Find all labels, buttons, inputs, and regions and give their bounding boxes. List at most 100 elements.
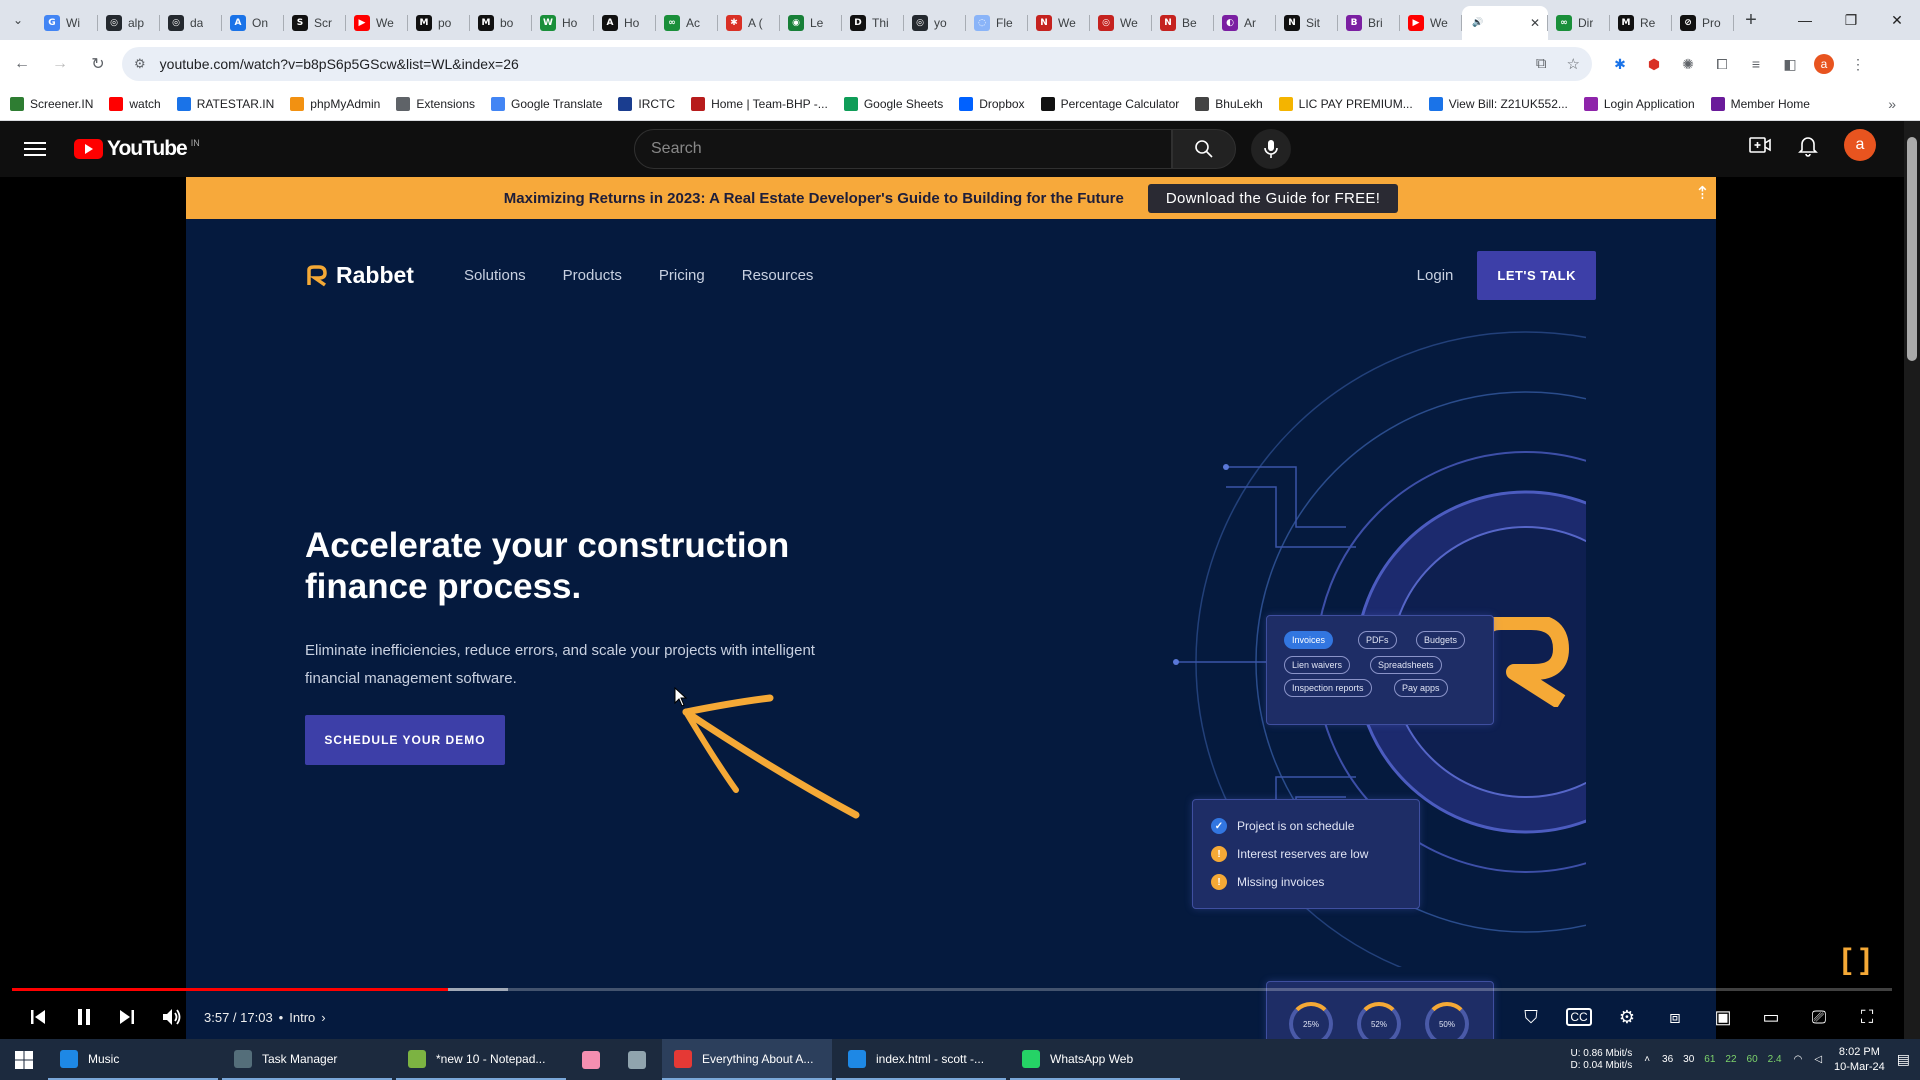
tray-expand-icon[interactable]: ˄ [1644,1054,1650,1065]
browser-tab[interactable]: N Be [1152,6,1214,40]
tray-indicator[interactable]: 36 [1662,1054,1673,1065]
restore-icon[interactable]: ❐ [1828,0,1874,40]
wifi-icon[interactable]: ◠ [1794,1054,1803,1065]
browser-tab[interactable]: N Sit [1276,6,1338,40]
browser-tab[interactable]: Mbo [470,6,532,40]
profile-avatar[interactable]: a [1814,54,1834,74]
bookmark-item[interactable]: Dropbox [959,97,1025,111]
cast-icon[interactable]: ⎚ [1806,1007,1832,1028]
tray-indicator[interactable]: 30 [1683,1054,1694,1065]
address-bar[interactable]: ⚙ youtube.com/watch?v=b8pS6p5GScw&list=W… [122,47,1592,81]
browser-tab[interactable]: ✱ A ( [718,6,780,40]
browser-tab[interactable]: B Bri [1338,6,1400,40]
browser-tab[interactable]: Mpo [408,6,470,40]
bookmark-item[interactable]: RATESTAR.IN [176,97,274,111]
media-icon[interactable]: ≡ [1746,54,1766,74]
taskbar-app[interactable]: index.html - scott -... [836,1039,1006,1080]
taskbar-app[interactable]: Music [48,1039,218,1080]
chapter-label[interactable]: Intro [289,1010,315,1025]
taskbar-app[interactable]: WhatsApp Web [1010,1039,1180,1080]
bookmarks-overflow-icon[interactable]: » [1888,96,1896,112]
volume-icon[interactable] [150,997,194,1037]
minimize-icon[interactable]: — [1782,0,1828,40]
search-input[interactable]: Search [634,129,1172,169]
browser-tab[interactable]: ∞ Dir [1548,6,1610,40]
browser-tab[interactable]: N We [1028,6,1090,40]
video-progress-bar[interactable] [12,988,1892,991]
clock[interactable]: 8:02 PM 10-Mar-24 [1834,1045,1885,1075]
tray-indicator[interactable]: 2.4 [1768,1054,1782,1065]
fullscreen-icon[interactable]: ⛶ [1854,1007,1880,1028]
create-video-icon[interactable] [1748,133,1772,157]
bookmark-item[interactable]: Login Application [1583,97,1695,111]
miniplayer-icon[interactable]: ⧈ [1662,1007,1688,1028]
bookmark-item[interactable]: Percentage Calculator [1040,97,1179,111]
bookmark-item[interactable]: Google Sheets [843,97,943,111]
speaker-icon[interactable]: ◁ [1814,1054,1822,1065]
settings-gear-icon[interactable]: ⚙ [1614,1007,1640,1028]
install-app-icon[interactable]: ⧉ [1536,55,1547,73]
chapter-chevron-icon[interactable]: › [321,1010,325,1025]
taskbar-app[interactable] [570,1039,612,1080]
account-avatar[interactable]: a [1844,129,1876,161]
reload-icon[interactable]: ↻ [82,48,114,80]
browser-tab[interactable]: A Ho [594,6,656,40]
captions-icon[interactable]: CC [1566,1008,1592,1026]
browser-tab[interactable]: ◎ alp [98,6,160,40]
puzzle-icon[interactable]: ⧠ [1712,54,1732,74]
pip-icon[interactable]: ▣ [1710,1007,1736,1028]
tray-indicator[interactable]: 61 [1704,1054,1715,1065]
bookmark-item[interactable]: IRCTC [618,97,675,111]
tab-close-icon[interactable]: ✕ [1530,16,1540,30]
forward-icon[interactable]: → [44,48,76,80]
tray-indicator[interactable]: 22 [1725,1054,1736,1065]
start-windows-icon[interactable] [0,1039,48,1080]
bookmark-item[interactable]: Home | Team-BHP -... [691,97,828,111]
bookmark-item[interactable]: Google Translate [491,97,602,111]
bookmark-item[interactable]: LIC PAY PREMIUM... [1278,97,1413,111]
bookmark-item[interactable]: Member Home [1710,97,1810,111]
bookmark-item[interactable]: View Bill: Z21UK552... [1428,97,1568,111]
browser-tab[interactable]: D Thi [842,6,904,40]
browser-tab[interactable]: ◌ Fle [966,6,1028,40]
tab-search-icon[interactable]: ⌄ [0,0,36,40]
scrollbar-thumb[interactable] [1907,137,1917,361]
browser-tab[interactable]: ▶ We [346,6,408,40]
taskbar-app[interactable]: *new 10 - Notepad... [396,1039,566,1080]
browser-tab[interactable]: A On [222,6,284,40]
close-window-icon[interactable]: ✕ [1874,0,1920,40]
menu-icon[interactable]: ⋮ [1848,54,1868,74]
back-icon[interactable]: ← [6,48,38,80]
notifications-bell-icon[interactable] [1796,133,1820,157]
browser-tab[interactable]: 🔊 ✕ [1462,6,1548,40]
pause-icon[interactable] [64,997,104,1037]
bug-extension-icon[interactable]: ✺ [1678,54,1698,74]
shield-extension-icon[interactable]: ⬢ [1644,54,1664,74]
bookmark-item[interactable]: Screener.IN [10,97,93,111]
browser-tab[interactable]: ◎ We [1090,6,1152,40]
browser-tab[interactable]: W Ho [532,6,594,40]
browser-tab[interactable]: ◎ da [160,6,222,40]
browser-tab[interactable]: ▶ We [1400,6,1462,40]
browser-tab[interactable]: ∞ Ac [656,6,718,40]
browser-tab[interactable]: ◎ yo [904,6,966,40]
new-tab-button[interactable]: + [1734,3,1768,37]
browser-tab[interactable]: M Re [1610,6,1672,40]
browser-tab[interactable]: ◐ Ar [1214,6,1276,40]
site-info-icon[interactable]: ⚙ [134,56,146,72]
voice-search-button[interactable] [1251,129,1291,169]
notification-center-icon[interactable]: ▤ [1897,1051,1910,1068]
taskbar-app[interactable]: Task Manager [222,1039,392,1080]
next-icon[interactable] [104,997,150,1037]
browser-tab[interactable]: S Scr [284,6,346,40]
bookmark-star-icon[interactable]: ☆ [1567,55,1580,73]
sponsor-shield-icon[interactable]: ⛉ [1518,1007,1544,1028]
taskbar-app[interactable] [616,1039,658,1080]
browser-tab[interactable]: G Wi [36,6,98,40]
search-button[interactable] [1172,129,1236,169]
extension-icon[interactable]: ✱ [1610,54,1630,74]
tray-indicator[interactable]: 60 [1747,1054,1758,1065]
url-text[interactable]: youtube.com/watch?v=b8pS6p5GScw&list=WL&… [160,56,519,72]
bookmark-item[interactable]: watch [109,97,161,111]
bookmark-item[interactable]: phpMyAdmin [290,97,380,111]
